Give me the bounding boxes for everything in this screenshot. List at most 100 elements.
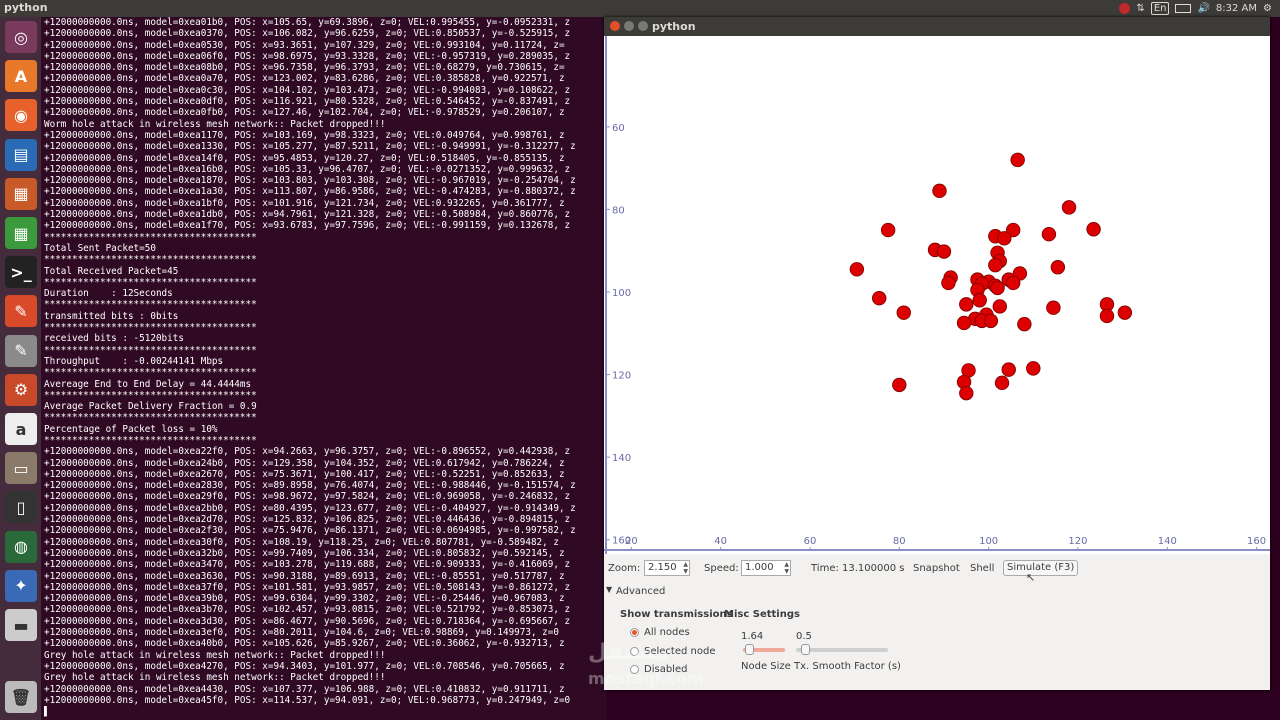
terminal-line: +12000000000.0ns, model=0xea08b0, POS: x… bbox=[44, 62, 565, 74]
trash-icon[interactable]: 🗑 bbox=[5, 681, 37, 713]
network-icon[interactable]: ⇅ bbox=[1136, 3, 1144, 14]
files-icon[interactable]: ▭ bbox=[5, 452, 37, 485]
keyboard-layout-indicator[interactable]: En bbox=[1150, 2, 1170, 15]
launcher-sidebar: ◎ A ◉ ▤ ▦ ▦ >_ ✎ ✎ ⚙ a ▭ ▯ ◍ ✦ ▬ 🗑 bbox=[0, 17, 41, 720]
impress-icon[interactable]: ▦ bbox=[5, 177, 37, 210]
network-node bbox=[1117, 305, 1133, 320]
ubuntu-dash-icon[interactable]: ◎ bbox=[5, 21, 37, 53]
amazon-icon[interactable]: a bbox=[5, 413, 37, 445]
smooth-factor-slider[interactable] bbox=[796, 644, 888, 655]
window-titlebar[interactable]: python bbox=[604, 17, 1270, 36]
x-tick-label: 60 bbox=[804, 536, 817, 547]
writer-icon[interactable]: ▤ bbox=[5, 138, 37, 171]
network-node bbox=[1046, 300, 1061, 315]
terminal-line: +12000000000.0ns, model=0xea2f30, POS: x… bbox=[44, 525, 576, 537]
text-editor-icon[interactable]: ✎ bbox=[5, 334, 37, 367]
zoom-spinner[interactable]: 2.150 ▲ ▼ bbox=[644, 560, 690, 576]
network-node bbox=[896, 305, 911, 320]
network-node bbox=[959, 297, 974, 312]
x-tick-label: 80 bbox=[893, 536, 906, 547]
python-icon[interactable]: ✦ bbox=[5, 569, 37, 602]
terminal-line: +12000000000.0ns, model=0xea0df0, POS: x… bbox=[44, 96, 571, 108]
terminal-icon[interactable]: >_ bbox=[5, 256, 37, 289]
smooth-factor-slider-handle[interactable] bbox=[800, 644, 810, 655]
simulate-button[interactable]: Simulate (F3) bbox=[1003, 560, 1079, 576]
terminal-line: Grey hole attack in wireless mesh networ… bbox=[44, 649, 386, 661]
terminal-line: ************************************** bbox=[44, 231, 257, 243]
radio-disabled[interactable] bbox=[630, 665, 639, 674]
terminal-line: +12000000000.0ns, model=0xea3470, POS: x… bbox=[44, 559, 571, 571]
settings-icon[interactable]: ⚙ bbox=[5, 373, 37, 406]
zoom-value: 2.150 bbox=[648, 562, 677, 573]
network-node bbox=[1001, 362, 1016, 377]
spinner-arrows-icon[interactable]: ▲ ▼ bbox=[683, 561, 688, 575]
editor-icon[interactable]: ✎ bbox=[5, 295, 37, 328]
terminal-line: ************************************** bbox=[44, 299, 257, 311]
x-tick-label: 40 bbox=[714, 536, 727, 547]
terminal-line: +12000000000.0ns, model=0xea16b0, POS: x… bbox=[44, 163, 571, 175]
minimize-icon[interactable] bbox=[624, 21, 634, 31]
network-node bbox=[932, 183, 947, 199]
spinner-arrows-icon[interactable]: ▲ ▼ bbox=[784, 561, 789, 575]
simulation-canvas[interactable]: 20 40 60 80 100 120 140 160 60 80 100 120 140 160 bbox=[604, 36, 1270, 554]
shell-button[interactable]: Shell bbox=[970, 563, 994, 574]
terminal-line: ************************************** bbox=[44, 434, 257, 446]
battery-icon[interactable] bbox=[1175, 4, 1192, 13]
usb-icon[interactable]: ▯ bbox=[5, 491, 37, 524]
snapshot-button[interactable]: Snapshot bbox=[913, 563, 960, 574]
speed-spinner[interactable]: 1.000 ▲ ▼ bbox=[741, 560, 791, 576]
terminal-line: +12000000000.0ns, model=0xea40b0, POS: x… bbox=[44, 638, 565, 650]
maximize-icon[interactable] bbox=[638, 21, 648, 31]
terminal-line: +12000000000.0ns, model=0xea1870, POS: x… bbox=[44, 175, 576, 187]
terminal-line: +12000000000.0ns, model=0xea37f0, POS: x… bbox=[44, 581, 571, 593]
terminal-line: ************************************** bbox=[44, 412, 257, 424]
active-window-title: python bbox=[4, 1, 48, 14]
network-node bbox=[1050, 260, 1066, 275]
terminal-line: +12000000000.0ns, model=0xea0fb0, POS: x… bbox=[44, 107, 565, 119]
terminal-cursor: ▌ bbox=[44, 706, 50, 718]
globe-icon[interactable]: ◍ bbox=[5, 530, 37, 563]
advanced-expander[interactable]: Advanced bbox=[616, 586, 665, 597]
terminal-line: +12000000000.0ns, model=0xea1bf0, POS: x… bbox=[44, 197, 565, 209]
network-node bbox=[956, 315, 972, 331]
record-indicator-icon[interactable] bbox=[1119, 3, 1131, 14]
radio-all-nodes[interactable] bbox=[630, 628, 639, 637]
node-topology-plot: 20 40 60 80 100 120 140 1606080100120140160 bbox=[604, 36, 1270, 554]
drive-icon[interactable]: ▬ bbox=[5, 609, 37, 641]
node-size-slider-handle[interactable] bbox=[745, 644, 755, 655]
terminal-line: Average Packet Delivery Fraction = 0.9 bbox=[44, 401, 257, 413]
terminal-line: +12000000000.0ns, model=0xea1170, POS: x… bbox=[44, 129, 565, 141]
x-tick-label: 160 bbox=[1247, 536, 1266, 547]
terminal-window[interactable]: +12000000000.0ns, model=0xea01b0, POS: x… bbox=[41, 17, 607, 720]
terminal-line: +12000000000.0ns, model=0xea0530, POS: x… bbox=[44, 39, 565, 51]
terminal-line: +12000000000.0ns, model=0xea29f0, POS: x… bbox=[44, 491, 571, 503]
terminal-line: +12000000000.0ns, model=0xea01b0, POS: x… bbox=[44, 17, 571, 28]
y-tick-label: 120 bbox=[612, 371, 631, 382]
close-icon[interactable] bbox=[610, 21, 620, 31]
network-node bbox=[1099, 308, 1115, 324]
firefox-icon[interactable]: ◉ bbox=[5, 99, 37, 132]
radio-selected-node[interactable] bbox=[630, 647, 639, 656]
radio-selected-node-label[interactable]: Selected node bbox=[644, 646, 715, 657]
terminal-line: Avereage End to End Delay = 44.4444ms bbox=[44, 378, 252, 390]
window-title: python bbox=[652, 20, 696, 33]
power-gear-icon[interactable]: ⚙ bbox=[1263, 3, 1272, 14]
network-node bbox=[849, 262, 865, 277]
network-node bbox=[880, 222, 896, 238]
expander-triangle-icon[interactable]: ▼ bbox=[606, 585, 612, 594]
terminal-line: +12000000000.0ns, model=0xea3d30, POS: x… bbox=[44, 615, 571, 627]
terminal-line: ************************************** bbox=[44, 254, 257, 266]
terminal-line: +12000000000.0ns, model=0xea24b0, POS: x… bbox=[44, 457, 565, 469]
radio-disabled-label[interactable]: Disabled bbox=[644, 664, 687, 675]
software-center-icon[interactable]: A bbox=[5, 60, 37, 93]
terminal-line: +12000000000.0ns, model=0xea1330, POS: x… bbox=[44, 141, 576, 153]
volume-icon[interactable]: 🔊 bbox=[1197, 3, 1209, 14]
node-size-slider[interactable] bbox=[743, 644, 785, 655]
radio-all-nodes-label[interactable]: All nodes bbox=[644, 627, 690, 638]
calc-icon[interactable]: ▦ bbox=[5, 217, 37, 249]
misc-settings-heading: Misc Settings bbox=[724, 609, 800, 620]
network-node bbox=[994, 375, 1010, 391]
terminal-line: ************************************** bbox=[44, 322, 257, 334]
clock[interactable]: 8:32 AM bbox=[1216, 3, 1257, 14]
x-tick-label: 140 bbox=[1158, 536, 1177, 547]
